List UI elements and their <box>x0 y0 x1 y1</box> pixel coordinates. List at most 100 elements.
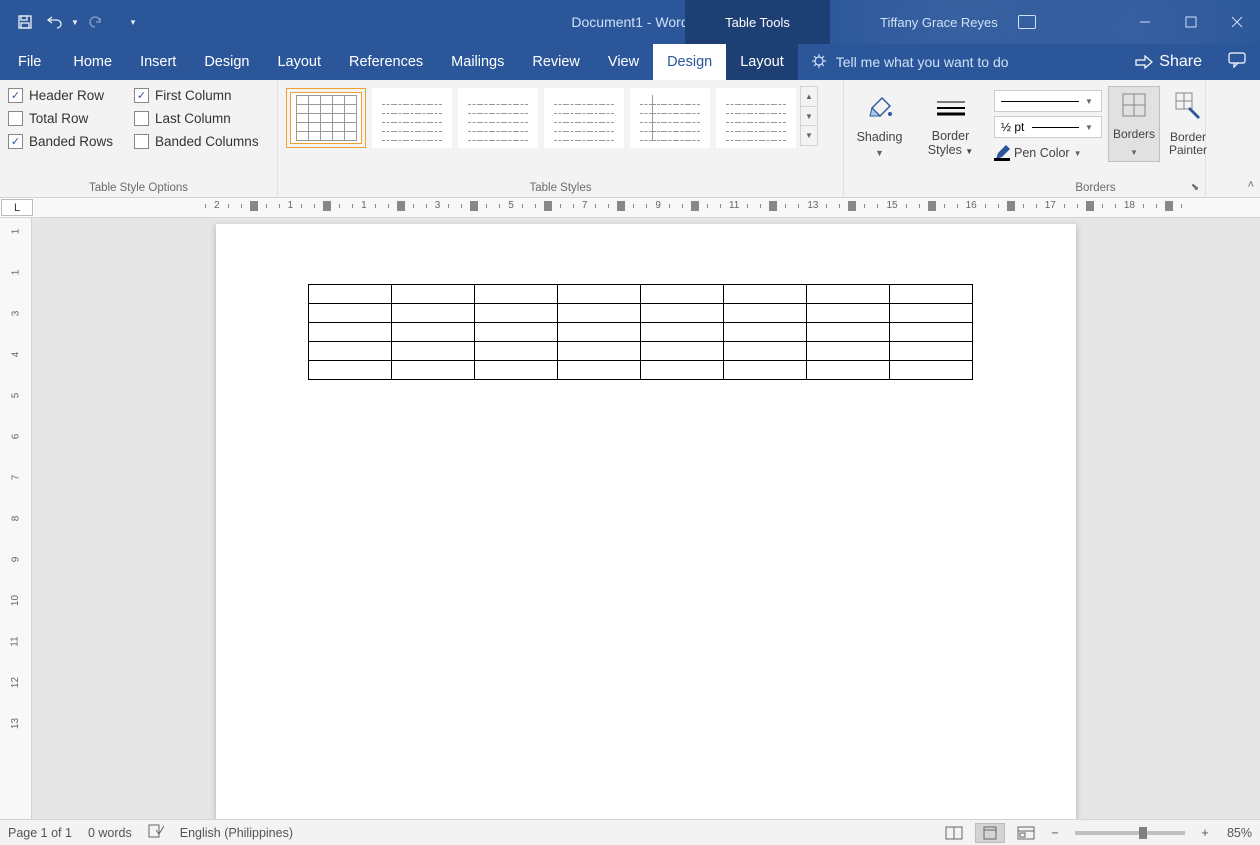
table-styles-scroller[interactable]: ▲ ▼ ▼ <box>800 86 818 146</box>
border-styles-button[interactable]: BorderStyles ▼ <box>923 86 978 158</box>
borders-button[interactable]: Borders ▼ <box>1108 86 1160 162</box>
group-shading: Shading ▼ <box>844 80 915 197</box>
gallery-scroll-down[interactable]: ▼ <box>801 107 817 127</box>
ribbon: ✓Header Row ✓First Column Total Row Last… <box>0 80 1260 198</box>
tab-mailings[interactable]: Mailings <box>437 44 518 80</box>
title-bar: ▼ ▾ Document1 - Word Table Tools Tiffany… <box>0 0 1260 44</box>
pen-style-select[interactable]: ▼ <box>994 90 1102 112</box>
tab-home[interactable]: Home <box>59 44 126 80</box>
status-language[interactable]: English (Philippines) <box>180 826 293 840</box>
collapse-ribbon-button[interactable]: ˄ <box>1248 179 1254 191</box>
border-painter-button[interactable]: BorderPainter <box>1162 86 1214 162</box>
group-label-borders: Borders <box>986 182 1205 194</box>
tell-me-placeholder: Tell me what you want to do <box>836 54 1009 70</box>
tab-design[interactable]: Design <box>190 44 263 80</box>
border-painter-label: BorderPainter <box>1169 131 1207 157</box>
table-style-4[interactable] <box>544 88 624 148</box>
ruler-row: L 2113579111315161718 <box>0 198 1260 218</box>
close-button[interactable] <box>1214 7 1260 37</box>
undo-dropdown[interactable]: ▼ <box>70 7 80 37</box>
tab-table-design[interactable]: Design <box>653 44 726 80</box>
vertical-ruler[interactable]: 11345678910111213 <box>0 218 32 819</box>
shading-button[interactable]: Shading ▼ <box>852 86 907 158</box>
redo-button[interactable] <box>80 7 110 37</box>
tab-selector[interactable]: L <box>1 199 33 216</box>
status-page[interactable]: Page 1 of 1 <box>8 826 72 840</box>
chevron-down-icon: ▼ <box>1083 123 1095 132</box>
customize-qat[interactable]: ▾ <box>118 7 148 37</box>
page-scroll[interactable] <box>32 218 1260 819</box>
document-title: Document1 - Word <box>571 14 688 30</box>
zoom-slider[interactable] <box>1075 831 1185 835</box>
chevron-down-icon: ▼ <box>1083 97 1095 106</box>
check-last-column[interactable]: Last Column <box>134 111 284 126</box>
zoom-out-button[interactable]: − <box>1047 826 1063 840</box>
pen-color-button[interactable]: Pen Color ▼ <box>994 142 1102 164</box>
proofing-icon[interactable] <box>148 824 164 841</box>
borders-button-label: Borders <box>1113 127 1155 141</box>
group-label-table-styles: Table Styles <box>278 182 843 194</box>
border-painter-icon <box>1174 91 1202 119</box>
pen-weight-select[interactable]: ½ pt ▼ <box>994 116 1102 138</box>
view-read-mode[interactable] <box>939 823 969 843</box>
maximize-button[interactable] <box>1168 7 1214 37</box>
horizontal-ruler[interactable]: 2113579111315161718 <box>34 198 1260 217</box>
shading-label: Shading <box>857 130 903 144</box>
view-web-layout[interactable] <box>1011 823 1041 843</box>
tab-table-layout[interactable]: Layout <box>726 44 798 80</box>
minimize-button[interactable] <box>1122 7 1168 37</box>
check-first-column[interactable]: ✓First Column <box>134 88 284 103</box>
document-table[interactable] <box>308 284 973 380</box>
table-style-6[interactable] <box>716 88 796 148</box>
chevron-down-icon: ▼ <box>1074 149 1082 158</box>
tell-me-search[interactable]: Tell me what you want to do <box>798 44 1122 80</box>
zoom-thumb[interactable] <box>1139 827 1147 839</box>
view-print-layout[interactable] <box>975 823 1005 843</box>
user-name[interactable]: Tiffany Grace Reyes <box>880 15 998 30</box>
zoom-level[interactable]: 85% <box>1227 826 1252 840</box>
check-header-row[interactable]: ✓Header Row <box>8 88 128 103</box>
undo-button[interactable] <box>40 7 70 37</box>
check-first-column-label: First Column <box>155 88 232 103</box>
table-style-2[interactable] <box>372 88 452 148</box>
pen-icon <box>994 145 1010 161</box>
table-style-5[interactable] <box>630 88 710 148</box>
save-button[interactable] <box>10 7 40 37</box>
check-last-column-label: Last Column <box>155 111 231 126</box>
account-icon[interactable] <box>1018 15 1036 29</box>
tab-view[interactable]: View <box>594 44 653 80</box>
group-table-style-options: ✓Header Row ✓First Column Total Row Last… <box>0 80 278 197</box>
share-button[interactable]: Share <box>1135 53 1202 71</box>
borders-dialog-launcher[interactable]: ⬊ <box>1188 180 1202 194</box>
tab-references[interactable]: References <box>335 44 437 80</box>
check-banded-columns[interactable]: Banded Columns <box>134 134 284 149</box>
quick-access-toolbar: ▼ ▾ <box>0 7 148 37</box>
table-tools-label: Table Tools <box>725 15 790 30</box>
status-bar: Page 1 of 1 0 words English (Philippines… <box>0 819 1260 845</box>
user-area: Tiffany Grace Reyes <box>830 0 1260 44</box>
comments-button[interactable] <box>1228 52 1246 73</box>
status-words[interactable]: 0 words <box>88 826 132 840</box>
document-area: 11345678910111213 <box>0 218 1260 819</box>
border-styles-icon <box>933 90 969 126</box>
chevron-down-icon: ▼ <box>1130 148 1138 157</box>
tab-review[interactable]: Review <box>518 44 594 80</box>
borders-icon <box>1120 91 1148 119</box>
check-banded-rows[interactable]: ✓Banded Rows <box>8 134 128 149</box>
check-banded-columns-label: Banded Columns <box>155 134 259 149</box>
gallery-more[interactable]: ▼ <box>801 126 817 145</box>
border-styles-label: BorderStyles ▼ <box>928 130 973 158</box>
tab-layout[interactable]: Layout <box>263 44 335 80</box>
gallery-scroll-up[interactable]: ▲ <box>801 87 817 107</box>
table-style-1[interactable] <box>286 88 366 148</box>
tab-file[interactable]: File <box>0 44 59 80</box>
page <box>216 224 1076 819</box>
pen-weight-value: ½ pt <box>1001 120 1024 134</box>
group-label-tso: Table Style Options <box>0 182 277 194</box>
table-style-3[interactable] <box>458 88 538 148</box>
share-label: Share <box>1159 53 1202 71</box>
tab-insert[interactable]: Insert <box>126 44 190 80</box>
check-total-row[interactable]: Total Row <box>8 111 128 126</box>
check-banded-rows-label: Banded Rows <box>29 134 113 149</box>
zoom-in-button[interactable]: + <box>1197 826 1213 840</box>
